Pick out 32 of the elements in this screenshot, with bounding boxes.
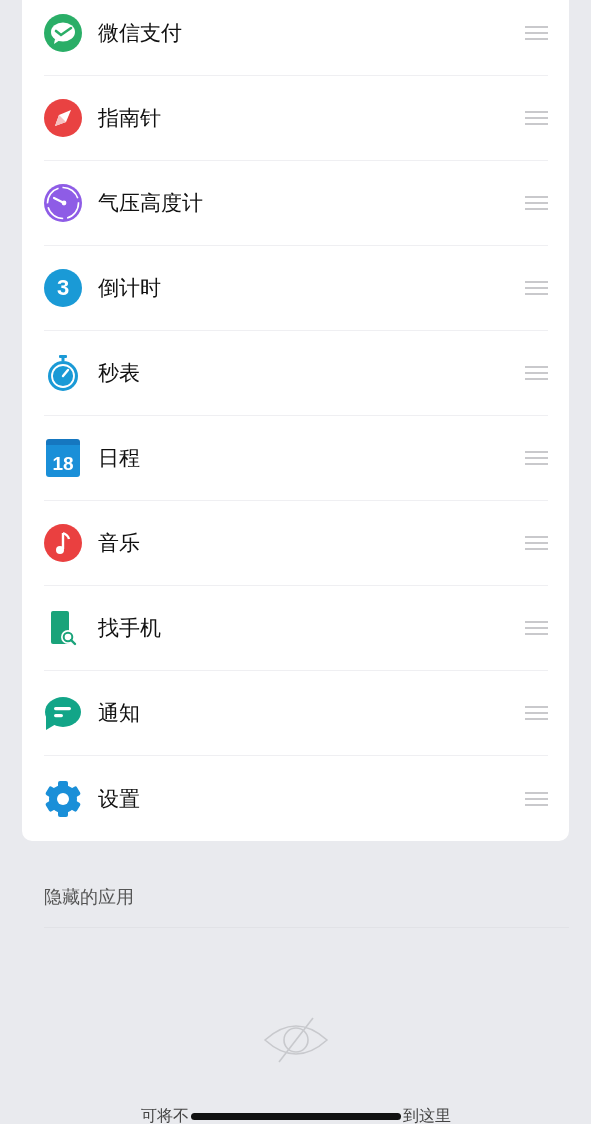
app-name: 指南针 [98,105,162,132]
drag-handle-icon[interactable] [525,366,548,380]
app-name: 设置 [98,785,141,813]
hidden-eye-icon [262,1016,329,1064]
music-note-icon [44,524,82,562]
chat-check-icon [44,14,82,52]
drag-handle-icon[interactable] [525,706,548,720]
hint-text: 到这里 [402,1106,451,1124]
app-name: 倒计时 [98,275,162,302]
calendar-icon: 18 [46,439,80,477]
drag-handle-icon[interactable] [525,281,548,295]
settings-icon [44,779,82,818]
drag-handle-icon[interactable] [525,451,548,465]
message-icon [44,694,82,732]
app-name: 通知 [98,700,141,727]
hint-text: 可将不 [140,1106,189,1124]
app-name: 找手机 [98,615,162,642]
app-name: 音乐 [98,530,141,557]
app-name: 微信支付 [98,20,183,47]
countdown-icon: 3 [44,269,82,307]
drag-handle-icon[interactable] [525,196,548,210]
drag-handle-icon[interactable] [525,26,548,40]
app-name: 气压高度计 [98,190,204,217]
gauge-icon [44,184,82,222]
section-title: 隐藏的应用 [44,885,569,928]
app-name: 日程 [98,445,141,472]
drag-handle-icon[interactable] [525,111,548,125]
drag-handle-icon[interactable] [525,621,548,635]
compass-icon [44,99,82,137]
drag-handle-icon[interactable] [525,791,548,806]
drag-handle-icon[interactable] [525,536,548,550]
app-name: 秒表 [98,360,141,387]
